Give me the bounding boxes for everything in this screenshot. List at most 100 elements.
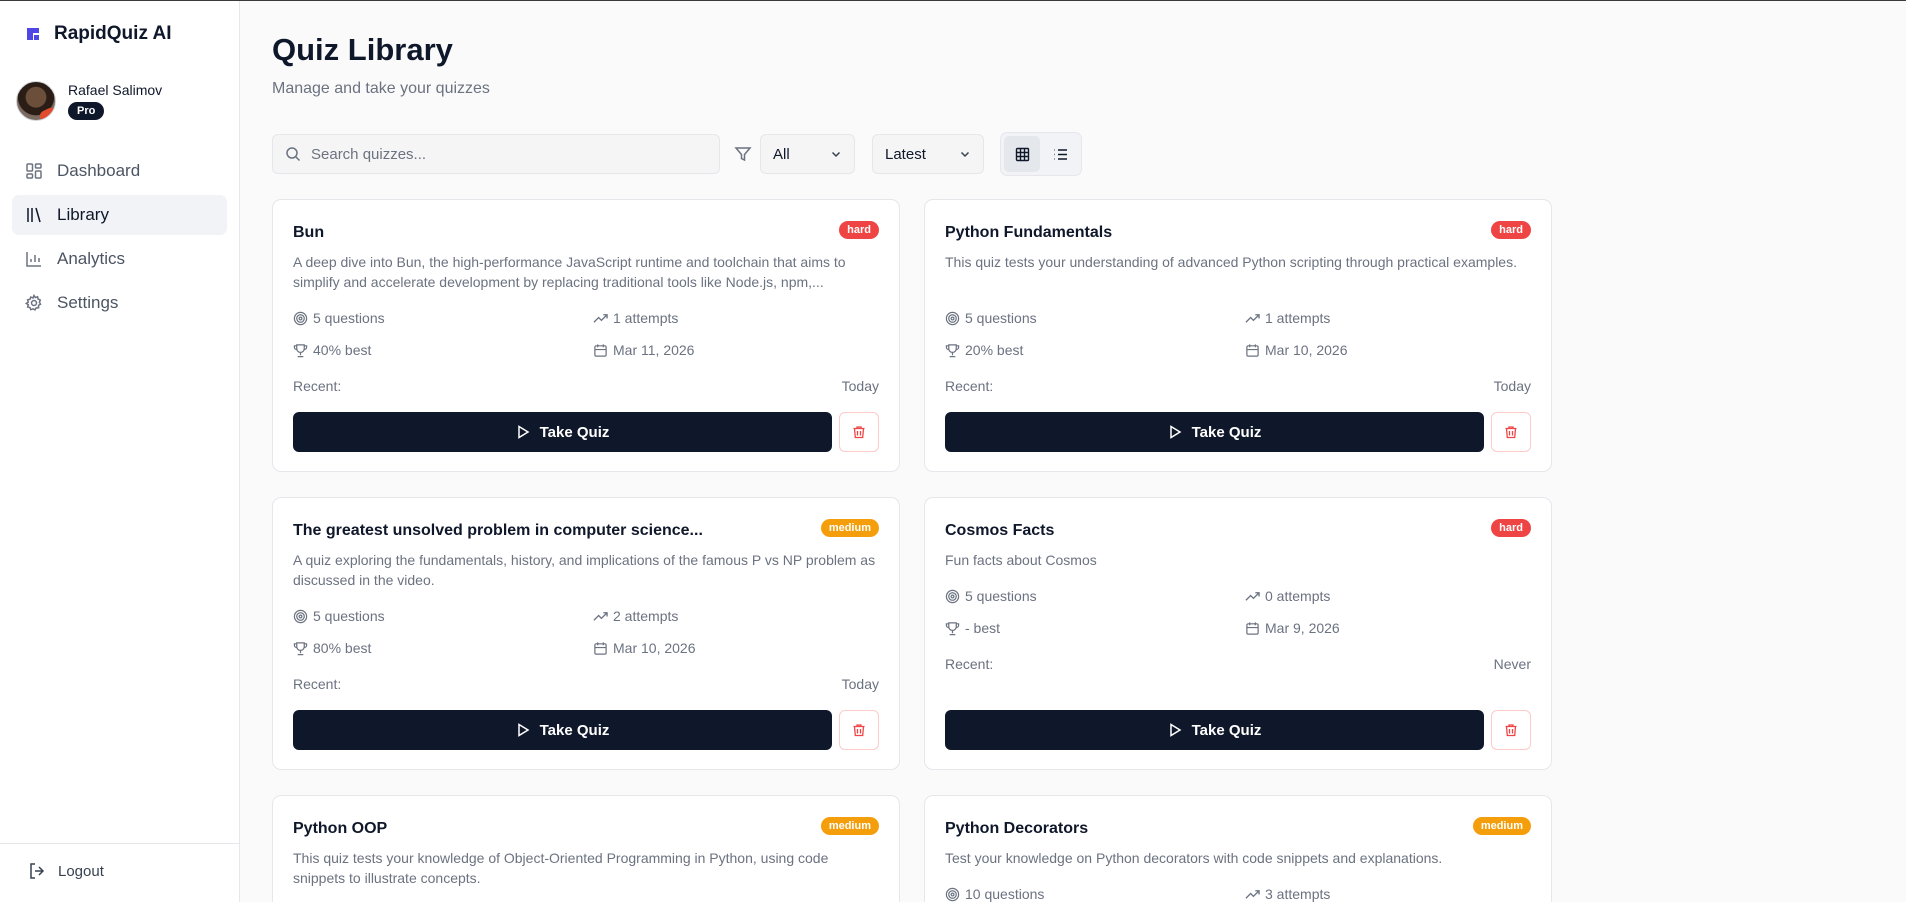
play-icon: [1169, 723, 1182, 737]
calendar-icon: [1246, 621, 1259, 635]
best-score-text: - best: [965, 620, 1001, 636]
recent-value: Never: [1493, 656, 1531, 672]
question-count: 10 questions: [945, 886, 1044, 902]
quiz-title[interactable]: Bun: [293, 224, 324, 242]
quiz-title[interactable]: The greatest unsolved problem in compute…: [293, 522, 703, 540]
sidebar-item-label: Settings: [57, 293, 119, 312]
user-profile[interactable]: Rafael Salimov Pro: [16, 81, 162, 121]
brand[interactable]: RapidQuiz AI: [24, 23, 172, 45]
attempt-count: 0 attempts: [1245, 588, 1330, 604]
quiz-card: The greatest unsolved problem in compute…: [272, 497, 900, 770]
trending-up-icon: [593, 313, 608, 323]
delete-quiz-button[interactable]: [839, 412, 879, 452]
sidebar-item-library[interactable]: Library: [12, 195, 227, 235]
difficulty-badge: hard: [1491, 221, 1531, 239]
list-view-button[interactable]: [1042, 136, 1078, 172]
chevron-down-icon: [960, 151, 970, 158]
attempt-count: 1 attempts: [593, 310, 678, 326]
take-quiz-label: Take Quiz: [539, 721, 610, 739]
trophy-icon: [945, 343, 960, 357]
take-quiz-button[interactable]: Take Quiz: [293, 412, 832, 452]
question-count: 5 questions: [945, 588, 1037, 604]
main-content: Quiz Library Manage and take your quizze…: [272, 0, 1602, 902]
take-quiz-label: Take Quiz: [539, 423, 610, 441]
quiz-card: Cosmos Facts hard Fun facts about Cosmos…: [924, 497, 1552, 770]
quiz-card: Python Decorators medium Test your knowl…: [924, 795, 1552, 902]
attempt-count-text: 0 attempts: [1265, 588, 1331, 604]
quiz-card: Python Fundamentals hard This quiz tests…: [924, 199, 1552, 472]
search-icon: [286, 147, 301, 162]
quiz-description: This quiz tests your knowledge of Object…: [293, 850, 829, 886]
recent-label: Recent:: [945, 656, 994, 672]
play-icon: [1169, 425, 1182, 439]
target-icon: [945, 887, 960, 901]
page-subtitle: Manage and take your quizzes: [272, 80, 490, 97]
logout-label: Logout: [58, 862, 104, 880]
question-count-text: 5 questions: [313, 608, 385, 624]
quiz-description: Fun facts about Cosmos: [945, 552, 1097, 568]
created-date: Mar 11, 2026: [593, 342, 694, 358]
difficulty-badge: medium: [1472, 817, 1531, 835]
quiz-title[interactable]: Python Decorators: [945, 820, 1088, 838]
trash-icon: [853, 426, 865, 439]
sidebar-item-dashboard[interactable]: Dashboard: [12, 151, 227, 191]
created-date-text: Mar 9, 2026: [1265, 620, 1340, 636]
quiz-title[interactable]: Python Fundamentals: [945, 224, 1112, 242]
sidebar-item-settings[interactable]: Settings: [12, 283, 227, 323]
attempt-count-text: 1 attempts: [1265, 310, 1331, 326]
trash-icon: [1505, 724, 1517, 737]
question-count-text: 10 questions: [965, 886, 1045, 902]
take-quiz-button[interactable]: Take Quiz: [945, 710, 1484, 750]
target-icon: [945, 311, 960, 325]
category-select-value: All: [773, 145, 790, 163]
best-score: - best: [945, 620, 1000, 636]
calendar-icon: [594, 343, 607, 357]
dashboard-icon: [26, 163, 42, 179]
delete-quiz-button[interactable]: [839, 710, 879, 750]
list-icon: [1054, 148, 1067, 160]
logo-icon: [24, 25, 42, 43]
sidebar-item-label: Library: [57, 205, 109, 224]
category-select[interactable]: All: [760, 134, 855, 174]
user-name: Rafael Salimov: [68, 82, 163, 98]
best-score: 20% best: [945, 342, 1023, 358]
plan-badge: Pro: [68, 102, 105, 120]
recent-label: Recent:: [293, 378, 342, 394]
trending-up-icon: [1245, 591, 1260, 601]
library-icon: [27, 207, 41, 223]
best-score-text: 20% best: [965, 342, 1024, 358]
created-date-text: Mar 11, 2026: [613, 342, 695, 358]
sort-select[interactable]: Latest: [872, 134, 984, 174]
created-date: Mar 10, 2026: [593, 640, 696, 656]
quiz-title[interactable]: Cosmos Facts: [945, 522, 1054, 540]
delete-quiz-button[interactable]: [1491, 710, 1531, 750]
trophy-icon: [293, 343, 308, 357]
difficulty-badge: medium: [820, 519, 879, 537]
logout-button[interactable]: Logout: [28, 862, 104, 880]
calendar-icon: [594, 641, 607, 655]
quiz-title[interactable]: Python OOP: [293, 820, 387, 838]
sidebar-item-analytics[interactable]: Analytics: [12, 239, 227, 279]
sidebar: RapidQuiz AI Rafael Salimov Pro Dashboar…: [0, 1, 240, 902]
created-date: Mar 9, 2026: [1245, 620, 1340, 636]
app-name: RapidQuiz AI: [54, 23, 172, 44]
view-toggle: [1000, 132, 1082, 176]
take-quiz-label: Take Quiz: [1191, 423, 1262, 441]
delete-quiz-button[interactable]: [1491, 412, 1531, 452]
attempt-count: 3 attempts: [1245, 886, 1330, 902]
question-count: 5 questions: [945, 310, 1037, 326]
attempt-count-text: 1 attempts: [613, 310, 679, 326]
search-input[interactable]: [311, 145, 701, 163]
trending-up-icon: [1245, 313, 1260, 323]
take-quiz-label: Take Quiz: [1191, 721, 1262, 739]
take-quiz-button[interactable]: Take Quiz: [945, 412, 1484, 452]
settings-icon: [25, 294, 42, 311]
recent-label: Recent:: [945, 378, 994, 394]
trash-icon: [1505, 426, 1517, 439]
trending-up-icon: [593, 611, 608, 621]
take-quiz-button[interactable]: Take Quiz: [293, 710, 832, 750]
grid-view-button[interactable]: [1004, 136, 1040, 172]
best-score: 80% best: [293, 640, 371, 656]
recent-value: Today: [841, 378, 879, 394]
best-score-text: 80% best: [313, 640, 372, 656]
